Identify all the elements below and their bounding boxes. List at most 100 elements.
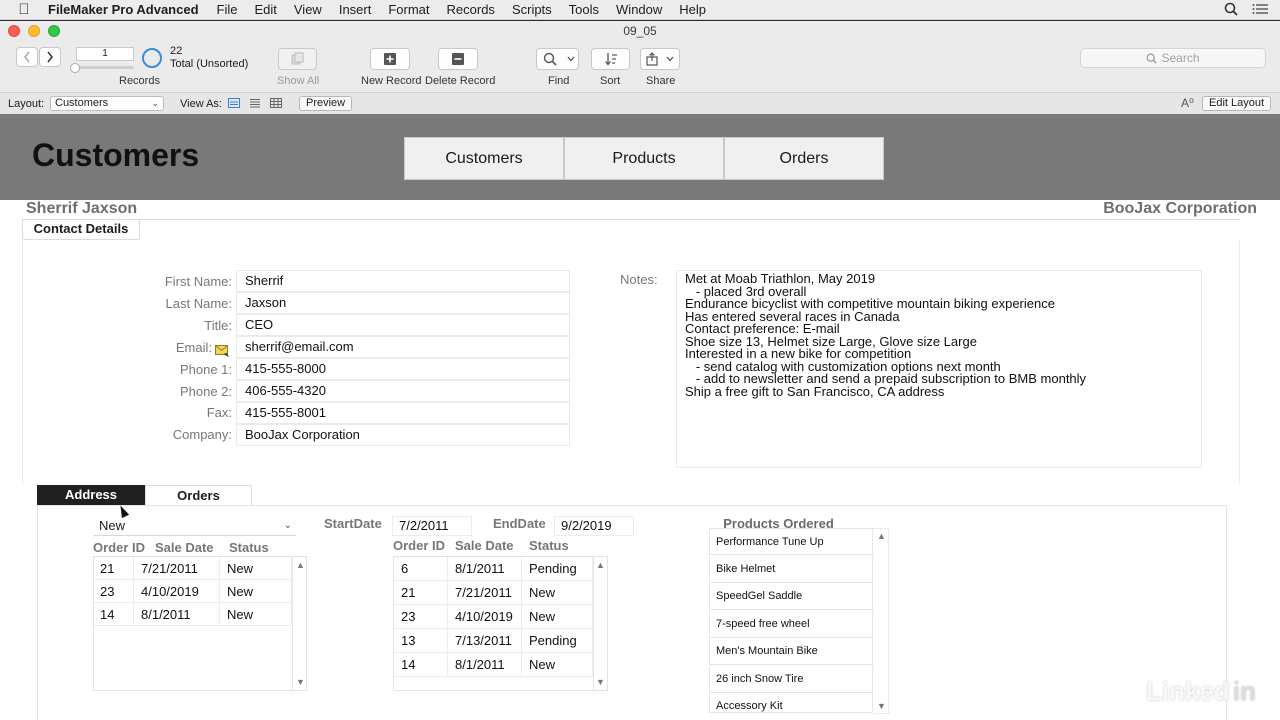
text-formatting-icon[interactable]: A⁰ bbox=[1181, 96, 1194, 110]
preview-button[interactable]: Preview bbox=[299, 96, 353, 111]
form-view-icon[interactable] bbox=[228, 98, 240, 108]
fax-field[interactable]: 415-555-8001 bbox=[236, 402, 570, 424]
start-date-field[interactable]: 7/2/2011 bbox=[392, 516, 472, 536]
status-cell[interactable]: New bbox=[220, 603, 292, 626]
table-row[interactable]: 23 4/10/2019 New bbox=[94, 580, 292, 603]
order-id-cell[interactable]: 23 bbox=[94, 580, 134, 603]
find-button[interactable] bbox=[536, 48, 579, 70]
sale-date-cell[interactable]: 8/1/2011 bbox=[448, 557, 522, 580]
sale-date-cell[interactable]: 4/10/2019 bbox=[448, 605, 522, 628]
sale-date-cell[interactable]: 7/13/2011 bbox=[448, 629, 522, 652]
date-range-orders-portal[interactable]: 6 8/1/2011 Pending 21 7/21/2011 New 23 4… bbox=[393, 556, 608, 691]
nav-orders-button[interactable]: Orders bbox=[724, 137, 884, 180]
list-item[interactable]: Bike Helmet bbox=[709, 556, 873, 583]
list-view-icon[interactable] bbox=[249, 98, 261, 108]
send-email-icon[interactable] bbox=[215, 345, 230, 357]
menu-help[interactable]: Help bbox=[679, 2, 706, 17]
scroll-up-icon[interactable]: ▲ bbox=[596, 560, 605, 570]
list-item[interactable]: Accessory Kit bbox=[709, 693, 873, 713]
sale-date-cell[interactable]: 7/21/2011 bbox=[448, 581, 522, 604]
nav-products-button[interactable]: Products bbox=[564, 137, 724, 180]
table-row[interactable]: 6 8/1/2011 Pending bbox=[394, 557, 593, 581]
new-record-button[interactable] bbox=[370, 48, 410, 70]
scroll-up-icon[interactable]: ▲ bbox=[296, 560, 305, 570]
share-button[interactable] bbox=[640, 48, 680, 70]
order-id-cell[interactable]: 21 bbox=[94, 557, 134, 580]
current-record-field[interactable]: 1 bbox=[76, 47, 134, 61]
portal-scrollbar[interactable] bbox=[593, 557, 594, 690]
title-field[interactable]: CEO bbox=[236, 314, 570, 336]
layout-dropdown[interactable]: Customers ⌄ bbox=[50, 96, 164, 111]
minimize-window-button[interactable] bbox=[28, 25, 40, 37]
notes-field[interactable]: Met at Moab Triathlon, May 2019 - placed… bbox=[676, 270, 1202, 468]
nav-customers-button[interactable]: Customers bbox=[404, 137, 564, 180]
table-view-icon[interactable] bbox=[270, 98, 282, 108]
menu-format[interactable]: Format bbox=[388, 2, 429, 17]
status-cell[interactable]: New bbox=[522, 605, 593, 628]
sale-date-cell[interactable]: 8/1/2011 bbox=[448, 653, 522, 676]
app-menu[interactable]: FileMaker Pro Advanced bbox=[48, 2, 199, 17]
last-name-field[interactable]: Jaxson bbox=[236, 292, 570, 314]
scroll-down-icon[interactable]: ▼ bbox=[877, 701, 886, 711]
scroll-down-icon[interactable]: ▼ bbox=[296, 677, 305, 687]
sale-date-cell[interactable]: 7/21/2011 bbox=[134, 557, 220, 580]
order-id-cell[interactable]: 21 bbox=[394, 581, 448, 604]
order-id-cell[interactable]: 14 bbox=[394, 653, 448, 676]
status-cell[interactable]: Pending bbox=[522, 557, 593, 580]
show-all-button[interactable] bbox=[278, 48, 317, 70]
quick-find-search-input[interactable]: Search bbox=[1080, 48, 1266, 68]
company-field[interactable]: BooJax Corporation bbox=[236, 424, 570, 446]
sale-date-cell[interactable]: 4/10/2019 bbox=[134, 580, 220, 603]
zoom-window-button[interactable] bbox=[48, 25, 60, 37]
record-slider[interactable] bbox=[70, 63, 134, 73]
status-filter-dropdown[interactable]: New ⌄ bbox=[93, 516, 296, 536]
status-cell[interactable]: Pending bbox=[522, 629, 593, 652]
sort-button[interactable] bbox=[591, 48, 630, 70]
table-row[interactable]: 14 8/1/2011 New bbox=[394, 653, 593, 677]
order-id-cell[interactable]: 23 bbox=[394, 605, 448, 628]
scroll-down-icon[interactable]: ▼ bbox=[596, 677, 605, 687]
list-item[interactable]: 7-speed free wheel bbox=[709, 611, 873, 638]
next-record-button[interactable] bbox=[39, 47, 61, 67]
menu-view[interactable]: View bbox=[294, 2, 322, 17]
menu-edit[interactable]: Edit bbox=[254, 2, 276, 17]
order-id-cell[interactable]: 13 bbox=[394, 629, 448, 652]
tab-address[interactable]: Address bbox=[37, 485, 145, 505]
order-id-cell[interactable]: 14 bbox=[94, 603, 134, 626]
tab-orders[interactable]: Orders bbox=[145, 485, 252, 505]
status-cell[interactable]: New bbox=[220, 580, 292, 603]
list-item[interactable]: Performance Tune Up bbox=[709, 528, 873, 555]
apple-menu-icon[interactable]:  bbox=[0, 1, 48, 18]
table-row[interactable]: 21 7/21/2011 New bbox=[394, 581, 593, 605]
status-orders-portal[interactable]: 21 7/21/2011 New 23 4/10/2019 New 14 8/1… bbox=[93, 556, 307, 691]
scroll-up-icon[interactable]: ▲ bbox=[877, 531, 886, 541]
tab-contact-details[interactable]: Contact Details bbox=[22, 220, 140, 240]
phone1-field[interactable]: 415-555-8000 bbox=[236, 358, 570, 380]
status-cell[interactable]: New bbox=[220, 557, 292, 580]
table-row[interactable]: 23 4/10/2019 New bbox=[394, 605, 593, 629]
table-row[interactable]: 13 7/13/2011 Pending bbox=[394, 629, 593, 653]
menu-records[interactable]: Records bbox=[447, 2, 495, 17]
portal-scrollbar[interactable] bbox=[292, 557, 293, 690]
delete-record-button[interactable] bbox=[438, 48, 478, 70]
notification-center-icon[interactable] bbox=[1252, 2, 1268, 19]
menu-scripts[interactable]: Scripts bbox=[512, 2, 552, 17]
phone2-field[interactable]: 406-555-4320 bbox=[236, 380, 570, 402]
list-item[interactable]: Men's Mountain Bike bbox=[709, 638, 873, 665]
menu-insert[interactable]: Insert bbox=[339, 2, 372, 17]
menu-window[interactable]: Window bbox=[616, 2, 662, 17]
table-row[interactable]: 21 7/21/2011 New bbox=[94, 557, 292, 580]
close-window-button[interactable] bbox=[8, 25, 20, 37]
end-date-field[interactable]: 9/2/2019 bbox=[554, 516, 634, 536]
spotlight-search-icon[interactable] bbox=[1224, 2, 1238, 19]
edit-layout-button[interactable]: Edit Layout bbox=[1202, 96, 1272, 111]
status-cell[interactable]: New bbox=[522, 581, 593, 604]
first-name-field[interactable]: Sherrif bbox=[236, 270, 570, 292]
list-item[interactable]: 26 inch Snow Tire bbox=[709, 666, 873, 693]
order-id-cell[interactable]: 6 bbox=[394, 557, 448, 580]
previous-record-button[interactable] bbox=[16, 47, 38, 67]
status-cell[interactable]: New bbox=[522, 653, 593, 676]
sale-date-cell[interactable]: 8/1/2011 bbox=[134, 603, 220, 626]
products-scrollbar[interactable]: ▲ ▼ bbox=[873, 528, 889, 714]
menu-file[interactable]: File bbox=[217, 2, 238, 17]
